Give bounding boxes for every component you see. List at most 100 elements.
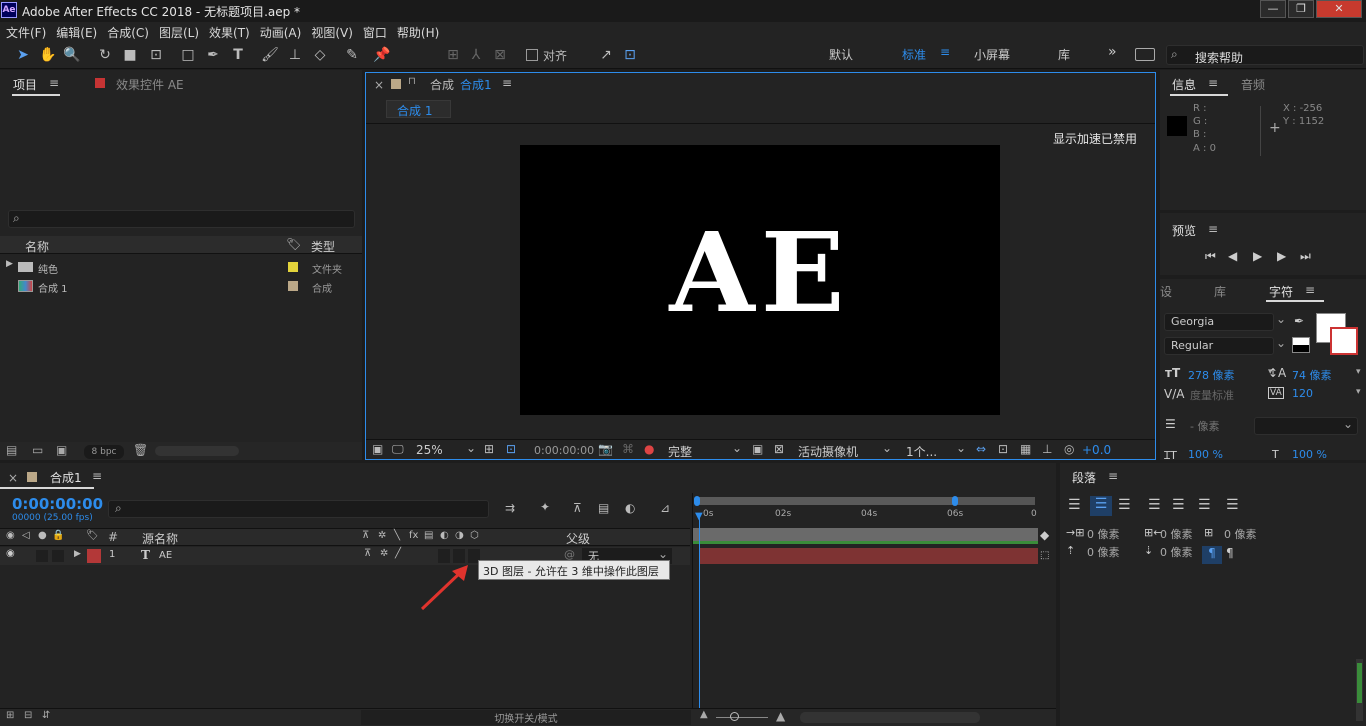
brush-tool-icon[interactable]: 🖌 xyxy=(260,45,280,65)
eye-icon[interactable]: ◉ xyxy=(6,530,15,541)
stroke-width-value[interactable]: - 像素 xyxy=(1190,418,1219,434)
align-checkbox[interactable] xyxy=(526,49,538,61)
stroke-color-swatch[interactable] xyxy=(1330,327,1358,355)
breadcrumb[interactable]: 合成 1 xyxy=(386,100,451,118)
tab-presets[interactable]: 设 xyxy=(1160,283,1172,300)
visibility-eye-icon[interactable]: ◉ xyxy=(6,548,15,559)
reset-exposure-icon[interactable]: ◎ xyxy=(1064,442,1074,456)
show-snapshot-icon[interactable]: ⌘ xyxy=(622,442,634,456)
lock-icon[interactable]: ⊓ xyxy=(408,76,416,87)
timeline-icon[interactable]: ▦ xyxy=(1020,442,1031,456)
toggle-pixel-aspect-icon[interactable]: ⇔ xyxy=(976,442,986,456)
comp-marker-icon[interactable]: ◆ xyxy=(1040,528,1049,542)
vertical-scale-value[interactable]: 100 % xyxy=(1188,448,1223,461)
chevron-down-icon[interactable]: ⌄ xyxy=(956,441,966,455)
kerning-value[interactable]: 度量标准 xyxy=(1190,387,1234,403)
pan-behind-tool-icon[interactable]: ⊡ xyxy=(146,45,166,65)
play-icon[interactable]: ▶ xyxy=(1253,249,1262,263)
indent-left-value[interactable]: 0 像素 xyxy=(1087,526,1120,542)
first-frame-icon[interactable]: ⏮ xyxy=(1205,249,1216,264)
right-to-left-icon[interactable]: ¶ xyxy=(1226,546,1234,560)
column-source-name[interactable]: 源名称 xyxy=(142,530,178,547)
column-name[interactable]: 名称 xyxy=(25,238,49,255)
quality-switch-icon[interactable]: ╱ xyxy=(395,548,401,559)
maximize-button[interactable]: ❐ xyxy=(1288,0,1314,18)
timeline-graph[interactable]: 0s 02s 04s 06s 0 ▼ xyxy=(692,493,1039,726)
world-axis-icon[interactable]: ⅄ xyxy=(466,45,486,65)
comp-button-icon[interactable]: ⬚ xyxy=(1040,550,1049,561)
transparency-grid-icon[interactable]: ⊡ xyxy=(506,442,516,456)
zoom-slider-track[interactable] xyxy=(716,717,768,718)
tab-audio[interactable]: 音频 xyxy=(1241,76,1265,93)
shy-switch-icon[interactable]: ⊼ xyxy=(364,548,371,559)
zoom-select[interactable]: 25% xyxy=(416,443,443,457)
font-style-select[interactable]: Regular xyxy=(1164,337,1274,355)
space-after-value[interactable]: 0 像素 xyxy=(1160,544,1193,560)
black-white-swatch[interactable] xyxy=(1292,337,1310,353)
audio-icon[interactable]: ◁ xyxy=(22,530,30,541)
tab-project[interactable]: 项目 xyxy=(13,76,37,93)
close-tab-button[interactable]: × xyxy=(374,78,384,92)
keyboard-icon[interactable] xyxy=(1135,48,1155,61)
timeline-h-scrollbar[interactable] xyxy=(800,712,980,723)
menu-composition[interactable]: 合成(C) xyxy=(101,22,153,41)
layer-duration-bar[interactable] xyxy=(699,548,1039,564)
workspace-library[interactable]: 库 xyxy=(1058,46,1070,63)
zoom-slider-handle[interactable] xyxy=(730,712,739,721)
justify-left-icon[interactable]: ☰ xyxy=(1148,497,1161,513)
flowchart-icon[interactable]: ⊥ xyxy=(1042,442,1052,456)
justify-right-icon[interactable]: ☰ xyxy=(1198,497,1211,513)
adjustment-switch[interactable] xyxy=(453,549,465,563)
align-right-icon[interactable]: ☰ xyxy=(1118,497,1131,513)
bit-depth-button[interactable]: 8 bpc xyxy=(84,445,124,459)
tab-composition[interactable]: 合成1 xyxy=(460,76,492,93)
type-tool-icon[interactable]: T xyxy=(228,45,248,65)
roto-brush-tool-icon[interactable]: ✎ xyxy=(342,45,362,65)
chevron-down-icon[interactable]: ⌄ xyxy=(1276,336,1286,350)
new-comp-icon[interactable]: ▣ xyxy=(56,443,67,457)
views-select[interactable]: 1个... xyxy=(906,443,937,460)
column-parent[interactable]: 父级 xyxy=(566,530,590,547)
preview-menu-icon[interactable]: ≡ xyxy=(1208,222,1218,236)
chevron-down-icon[interactable]: ⌄ xyxy=(732,441,742,455)
effects-icon[interactable]: fx xyxy=(409,530,418,541)
workspace-standard[interactable]: 标准 xyxy=(902,46,926,63)
pen-tool-icon[interactable]: ✒ xyxy=(203,45,223,65)
tab-preview[interactable]: 预览 xyxy=(1172,222,1196,239)
hand-tool-icon[interactable]: ✋ xyxy=(38,45,58,65)
snap-target-icon[interactable]: ⊡ xyxy=(620,45,640,65)
local-axis-icon[interactable]: ⊞ xyxy=(443,45,463,65)
column-type[interactable]: 类型 xyxy=(311,238,335,255)
horizontal-scale-value[interactable]: 100 % xyxy=(1292,448,1327,461)
quality-icon[interactable]: ╲ xyxy=(394,530,400,541)
label-color[interactable] xyxy=(288,281,298,291)
character-menu-icon[interactable]: ≡ xyxy=(1305,283,1315,297)
first-line-indent-value[interactable]: 0 像素 xyxy=(1224,526,1257,542)
graph-editor-icon[interactable]: ⊿ xyxy=(660,501,670,515)
layer-name[interactable]: AE xyxy=(159,550,172,561)
motion-blur-icon[interactable]: ◐ xyxy=(625,501,635,515)
font-size-value[interactable]: 278 像素 xyxy=(1188,367,1235,383)
tab-effect-controls[interactable]: 效果控件 AE xyxy=(116,76,184,93)
zoom-in-icon[interactable]: ▲ xyxy=(776,709,785,723)
timeline-scroll[interactable]: ◆ ⬚ xyxy=(1038,528,1056,726)
expand-arrow-icon[interactable]: ▶ xyxy=(6,259,13,269)
new-folder-icon[interactable]: ▭ xyxy=(32,443,43,457)
camera-select[interactable]: 活动摄像机 xyxy=(798,443,858,460)
info-menu-icon[interactable]: ≡ xyxy=(1208,76,1218,90)
interpret-footage-icon[interactable]: ▤ xyxy=(6,443,17,457)
work-area-bar[interactable] xyxy=(694,496,1035,506)
timeline-menu-icon[interactable]: ≡ xyxy=(92,469,102,483)
align-center-icon[interactable]: ☰ xyxy=(1090,496,1112,516)
in-out-icon[interactable]: ⇵ xyxy=(42,710,50,721)
collapse-icon[interactable]: ✲ xyxy=(378,530,386,541)
puppet-pin-tool-icon[interactable]: 📌 xyxy=(372,45,392,65)
trash-icon[interactable]: 🗑 xyxy=(133,443,148,457)
tab-library[interactable]: 库 xyxy=(1214,283,1226,300)
left-to-right-icon[interactable]: ¶ xyxy=(1202,546,1222,564)
help-search-input[interactable]: ⌕ 搜索帮助 xyxy=(1166,45,1364,65)
project-menu-icon[interactable]: ≡ xyxy=(49,76,59,90)
preview-snapshot-icon[interactable]: ▣ xyxy=(372,442,383,456)
eyedropper-icon[interactable]: ✒ xyxy=(1294,314,1304,328)
paragraph-scrollbar[interactable] xyxy=(1356,659,1363,721)
